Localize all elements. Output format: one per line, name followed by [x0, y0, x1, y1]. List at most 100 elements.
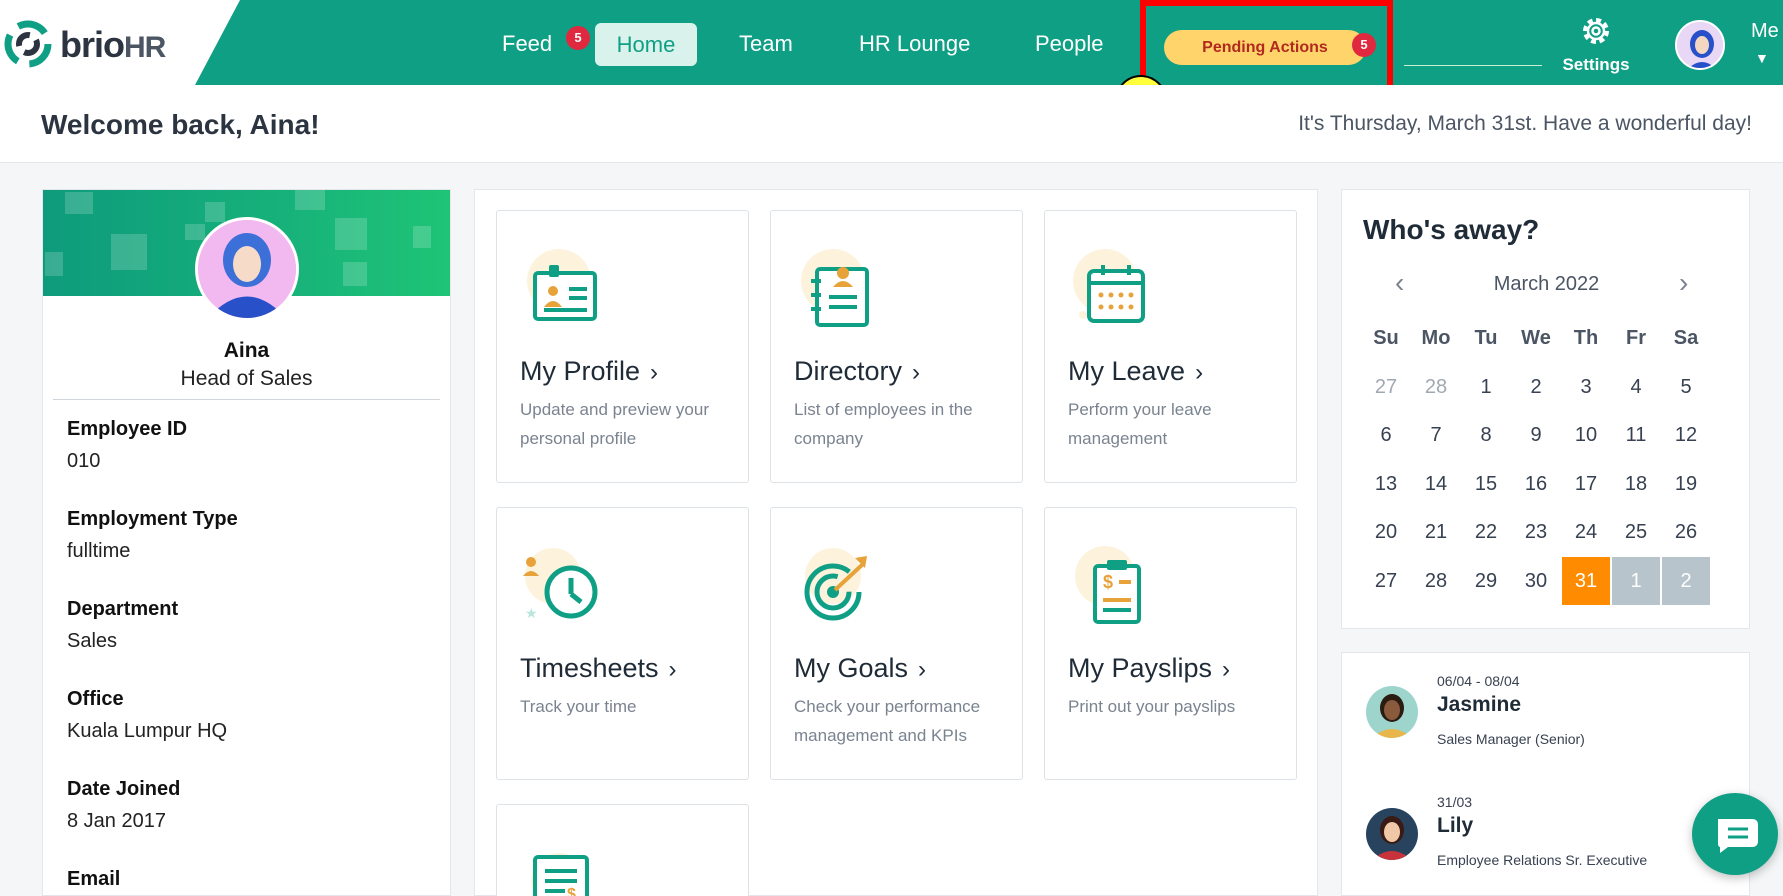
nav-hr-lounge[interactable]: HR Lounge — [859, 28, 970, 60]
chevron-right-icon[interactable]: › — [1679, 267, 1688, 299]
tile-directory[interactable]: Directory › List of employees in the comp… — [770, 210, 1023, 483]
tile-my-profile[interactable]: My Profile › Update and preview your pers… — [496, 210, 749, 483]
person-avatar-icon — [1366, 686, 1418, 738]
calendar-day[interactable]: 13 — [1362, 460, 1410, 509]
calendar-weekday: Th — [1573, 327, 1599, 349]
calendar-day[interactable]: 11 — [1612, 411, 1660, 460]
calendar-day[interactable]: 29 — [1462, 557, 1510, 606]
calendar-day[interactable]: 28 — [1412, 363, 1460, 412]
calendar-day[interactable]: 8 — [1462, 411, 1510, 460]
target-icon — [804, 548, 867, 621]
field-employment-type: Employment Type fulltime — [67, 508, 238, 563]
field-label: Employee ID — [67, 418, 188, 440]
user-avatar[interactable] — [1675, 20, 1725, 70]
brand-name: brio — [60, 24, 125, 65]
calendar-day[interactable]: 5 — [1662, 363, 1710, 412]
calendar-month: March 2022 — [1493, 273, 1600, 295]
person-avatar-icon — [1366, 808, 1418, 860]
calendar-day[interactable]: 27 — [1362, 363, 1410, 412]
tile-title: My Leave › — [1068, 356, 1204, 386]
tile-description: Update and preview your personal profile — [520, 400, 710, 448]
calendar-day[interactable]: 14 — [1412, 460, 1460, 509]
field-label: Email — [67, 868, 121, 890]
away-avatar[interactable] — [1366, 808, 1418, 860]
quick-links-panel: My Profile › Update and preview your pers… — [474, 189, 1318, 896]
calendar-day[interactable]: 28 — [1412, 557, 1460, 606]
chevron-right-icon: › — [650, 359, 659, 386]
calendar-day[interactable]: 4 — [1612, 363, 1660, 412]
tile-my-leave[interactable]: My Leave › Perform your leave management — [1044, 210, 1297, 483]
user-avatar-icon — [1677, 22, 1723, 68]
brand-suffix: HR — [124, 31, 166, 64]
calendar-day[interactable]: 9 — [1512, 411, 1560, 460]
calendar-day[interactable]: 2 — [1512, 363, 1560, 412]
calendar-day[interactable]: 1 — [1462, 363, 1510, 412]
tile-description: Check your performance management and KP… — [794, 697, 981, 745]
away-list: 06/04 - 08/04 Jasmine Sales Manager (Sen… — [1341, 652, 1750, 896]
calendar-day[interactable]: 3 — [1562, 363, 1610, 412]
calendar-day[interactable]: 20 — [1362, 508, 1410, 557]
away-avatar[interactable] — [1366, 686, 1418, 738]
calendar-day[interactable]: 16 — [1512, 460, 1560, 509]
away-name: Lily — [1437, 814, 1474, 837]
nav-people[interactable]: People — [1035, 28, 1104, 60]
calendar-weekday: Fr — [1626, 327, 1646, 349]
brio-logo-icon — [4, 20, 52, 68]
calendar-day[interactable]: 2 — [1662, 556, 1710, 605]
away-dates: 31/03 — [1437, 794, 1473, 810]
calendar-weekday: Mo — [1421, 327, 1451, 349]
tile-description: Print out your payslips — [1068, 697, 1236, 716]
payslip-icon: $ — [1075, 546, 1141, 624]
calendar-day[interactable]: 1 — [1612, 556, 1660, 605]
settings-button[interactable]: Settings — [1560, 14, 1632, 75]
tile-title: My Payslips › — [1068, 653, 1231, 683]
calendar-day[interactable]: 18 — [1612, 460, 1660, 509]
calendar-grid: Su Mo Tu We Th Fr Sa 27 28 1 2 3 4 5 6 7 8 9 10 11 12 13 14 15 1… — [1362, 314, 1710, 605]
chevron-down-icon[interactable]: ▼ — [1755, 50, 1769, 66]
profile-card-icon — [527, 249, 597, 321]
field-label: Office — [67, 688, 124, 710]
tile-timesheets[interactable]: ★ Timesheets › Track your time — [496, 507, 749, 780]
nav-feed[interactable]: Feed — [502, 28, 552, 60]
profile-avatar[interactable] — [195, 217, 299, 321]
field-value: fulltime — [67, 540, 131, 562]
nav-team[interactable]: Team — [739, 28, 793, 60]
calendar-day[interactable]: 27 — [1362, 557, 1410, 606]
calendar-day[interactable]: 6 — [1362, 411, 1410, 460]
chat-button[interactable] — [1692, 793, 1778, 875]
me-menu-label[interactable]: Me — [1751, 20, 1779, 43]
calendar-day[interactable]: 23 — [1512, 508, 1560, 557]
nav-home[interactable]: Home — [595, 23, 697, 66]
calendar-day[interactable]: 17 — [1562, 460, 1610, 509]
brand-logo[interactable]: brioHR — [60, 24, 166, 66]
calendar-day[interactable]: 24 — [1562, 508, 1610, 557]
tile-partial[interactable]: $ — [496, 804, 749, 896]
calendar-day[interactable]: 15 — [1462, 460, 1510, 509]
calendar-day[interactable]: 7 — [1412, 411, 1460, 460]
svg-text:$: $ — [567, 886, 576, 896]
svg-text:★: ★ — [525, 605, 538, 621]
calendar-weekday: Sa — [1673, 327, 1699, 349]
field-label: Date Joined — [67, 778, 181, 800]
profile-name: Aina — [223, 339, 270, 362]
chevron-right-icon: › — [668, 656, 677, 683]
chat-bubble-icon — [1718, 819, 1758, 853]
calendar-day[interactable]: 26 — [1662, 508, 1710, 557]
calendar-day[interactable]: 25 — [1612, 508, 1660, 557]
calendar-day[interactable]: 30 — [1512, 557, 1560, 606]
svg-text:$: $ — [1103, 572, 1113, 592]
calendar-day[interactable]: 12 — [1662, 411, 1710, 460]
tile-my-payslips[interactable]: $ My Payslips › Print out your payslips — [1044, 507, 1297, 780]
tile-title: Directory › — [794, 356, 921, 386]
welcome-date: It's Thursday, March 31st. Have a wonder… — [1298, 112, 1752, 135]
gear-icon — [1583, 18, 1609, 44]
tile-my-goals[interactable]: My Goals › Check your performance managem… — [770, 507, 1023, 780]
calendar-day[interactable]: 21 — [1412, 508, 1460, 557]
directory-icon — [801, 249, 869, 327]
calendar-day[interactable]: 31 — [1562, 556, 1610, 605]
away-name: Jasmine — [1437, 693, 1522, 716]
calendar-day[interactable]: 19 — [1662, 460, 1710, 509]
tile-description: Track your time — [520, 697, 637, 716]
calendar-day[interactable]: 10 — [1562, 411, 1610, 460]
calendar-day[interactable]: 22 — [1462, 508, 1510, 557]
